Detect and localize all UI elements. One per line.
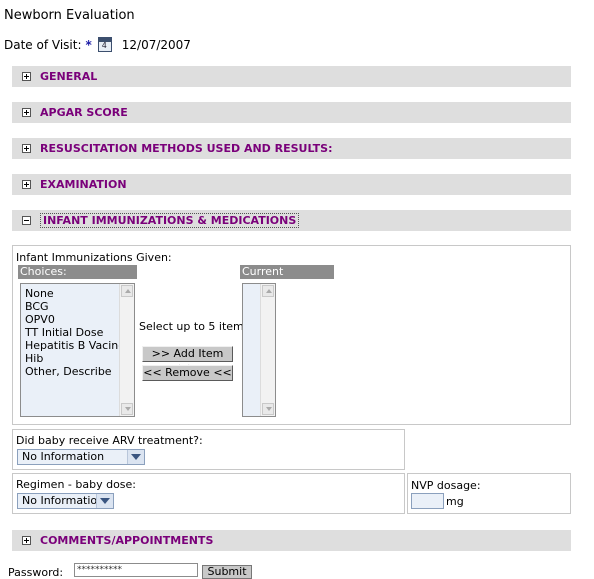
- visit-date-value: 12/07/2007: [121, 37, 191, 52]
- expand-icon[interactable]: [22, 180, 31, 189]
- add-item-button[interactable]: >> Add Item >>: [142, 346, 233, 374]
- choice-option[interactable]: None: [21, 287, 134, 300]
- page-title: Newborn Evaluation: [4, 8, 135, 23]
- section-comments[interactable]: COMMENTS/APPOINTMENTS: [12, 530, 571, 551]
- section-resuscitation-label[interactable]: RESUSCITATION METHODS USED AND RESULTS:: [40, 142, 332, 155]
- dropdown-arrow-icon[interactable]: [96, 494, 113, 508]
- nvp-unit: mg: [446, 495, 464, 508]
- nvp-label: NVP dosage:: [411, 479, 481, 492]
- section-general[interactable]: GENERAL: [12, 66, 571, 87]
- arv-label: Did baby receive ARV treatment?:: [16, 434, 203, 447]
- choice-option[interactable]: Other, Describe: [21, 365, 134, 378]
- choices-scrollbar[interactable]: [119, 284, 134, 416]
- section-infant-immunizations[interactable]: INFANT IMMUNIZATIONS & MEDICATIONS: [12, 210, 571, 231]
- choice-option[interactable]: BCG: [21, 300, 134, 313]
- immunizations-given-label: Infant Immunizations Given:: [16, 251, 172, 264]
- choice-option[interactable]: TT Initial Dose: [21, 326, 134, 339]
- regimen-select-value: No Information: [22, 494, 105, 507]
- choice-option[interactable]: OPV0: [21, 313, 134, 326]
- required-marker: *: [85, 37, 92, 52]
- expand-icon[interactable]: [22, 72, 31, 81]
- current-selections-header: Current Selections:: [240, 265, 334, 292]
- section-immunizations-label[interactable]: INFANT IMMUNIZATIONS & MEDICATIONS: [40, 213, 300, 228]
- section-resuscitation[interactable]: RESUSCITATION METHODS USED AND RESULTS:: [12, 138, 571, 159]
- section-examination[interactable]: EXAMINATION: [12, 174, 571, 195]
- nvp-dosage-input[interactable]: [411, 493, 444, 509]
- calendar-icon[interactable]: 4: [97, 37, 112, 52]
- regimen-label: Regimen - baby dose:: [16, 478, 137, 491]
- date-of-visit-row: Date of Visit: * 4 12/07/2007: [4, 37, 191, 52]
- password-input[interactable]: **********: [74, 563, 198, 577]
- choices-header: Choices:: [18, 265, 137, 279]
- submit-button[interactable]: Submit: [202, 565, 252, 579]
- collapse-icon[interactable]: [22, 216, 31, 225]
- choice-option[interactable]: Hib: [21, 352, 134, 365]
- section-apgar-label[interactable]: APGAR SCORE: [40, 106, 128, 119]
- expand-icon[interactable]: [22, 108, 31, 117]
- arv-select[interactable]: No Information: [17, 449, 145, 465]
- choice-option[interactable]: Hepatitis B Vacine: [21, 339, 134, 352]
- arv-select-value: No Information: [22, 450, 105, 463]
- select-limit-hint: Select up to 5 items.: [139, 320, 253, 333]
- scroll-up-icon[interactable]: [121, 285, 133, 297]
- remove-item-button[interactable]: << Remove <<: [142, 365, 233, 381]
- section-examination-label[interactable]: EXAMINATION: [40, 178, 127, 191]
- expand-icon[interactable]: [22, 536, 31, 545]
- choices-listbox[interactable]: None BCG OPV0 TT Initial Dose Hepatitis B Va…: [20, 283, 135, 417]
- scroll-down-icon[interactable]: [121, 403, 133, 415]
- regimen-select[interactable]: No Information: [17, 493, 114, 509]
- current-selections-listbox[interactable]: [242, 283, 276, 417]
- scroll-up-icon[interactable]: [262, 285, 274, 297]
- dropdown-arrow-icon[interactable]: [127, 450, 144, 464]
- section-general-label[interactable]: GENERAL: [40, 70, 97, 83]
- date-of-visit-label: Date of Visit:: [4, 37, 82, 52]
- scroll-down-icon[interactable]: [262, 403, 274, 415]
- calendar-day: 4: [101, 41, 107, 50]
- section-apgar-score[interactable]: APGAR SCORE: [12, 102, 571, 123]
- selections-scrollbar[interactable]: [260, 284, 275, 416]
- expand-icon[interactable]: [22, 144, 31, 153]
- section-comments-label[interactable]: COMMENTS/APPOINTMENTS: [40, 534, 213, 547]
